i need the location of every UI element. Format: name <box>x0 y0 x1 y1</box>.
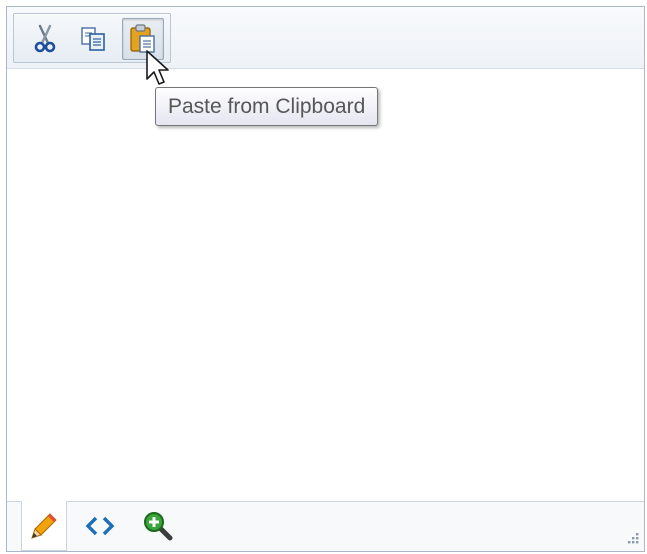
code-icon <box>85 516 115 536</box>
preview-mode-tab[interactable] <box>135 501 181 551</box>
cut-button[interactable] <box>24 18 66 60</box>
editor-content-area[interactable] <box>7 70 644 500</box>
zoom-icon <box>144 512 173 541</box>
toolbar <box>7 7 644 69</box>
paste-tooltip: Paste from Clipboard <box>155 87 379 126</box>
copy-icon <box>81 27 105 51</box>
scissors-icon <box>34 24 56 53</box>
resize-grip-icon[interactable] <box>626 531 640 545</box>
html-mode-tab[interactable] <box>77 501 123 551</box>
mouse-cursor-icon <box>146 50 169 85</box>
mode-switcher-bar <box>7 501 644 551</box>
tooltip-text: Paste from Clipboard <box>168 94 366 118</box>
pencil-icon <box>31 513 57 539</box>
design-mode-tab[interactable] <box>21 501 67 551</box>
copy-button[interactable] <box>72 18 114 60</box>
editor-window: Paste from Clipboard <box>0 0 647 554</box>
